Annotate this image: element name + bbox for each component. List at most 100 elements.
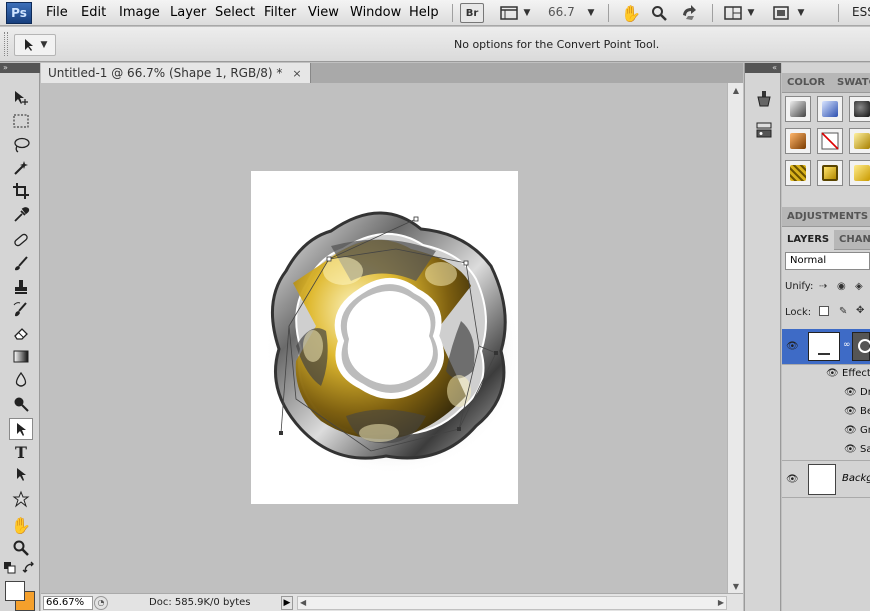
- eye-icon[interactable]: 👁: [844, 406, 857, 417]
- zoom-dropdown-icon[interactable]: ▼: [586, 3, 596, 23]
- arrange-documents-icon[interactable]: [722, 3, 744, 23]
- workspace-switcher[interactable]: ESS: [852, 5, 870, 19]
- menu-layer[interactable]: Layer: [170, 5, 206, 20]
- dodge-tool-icon[interactable]: [9, 393, 33, 415]
- menu-file[interactable]: File: [46, 5, 68, 20]
- effects-row[interactable]: 👁 Effects: [782, 365, 870, 384]
- status-menu-arrow-icon[interactable]: ▶: [281, 596, 293, 610]
- eraser-tool-icon[interactable]: [9, 322, 33, 344]
- clone-stamp-tool-icon[interactable]: [9, 276, 33, 298]
- extras-icon[interactable]: [498, 3, 520, 23]
- menu-view[interactable]: View: [308, 5, 339, 20]
- brush-tool-icon[interactable]: [9, 253, 33, 275]
- dock-collapse-icon[interactable]: «: [745, 63, 781, 73]
- path-selection-tool-icon[interactable]: [9, 464, 33, 486]
- style-swatch[interactable]: [849, 160, 870, 186]
- style-swatch[interactable]: [849, 96, 870, 122]
- menu-image[interactable]: Image: [119, 5, 160, 20]
- effect-row-bevel[interactable]: 👁 Be: [782, 403, 870, 422]
- screen-mode-icon[interactable]: [770, 3, 792, 23]
- actions-panel-icon[interactable]: [753, 119, 775, 141]
- horizontal-scrollbar[interactable]: ◀ ▶: [297, 596, 727, 610]
- extras-dropdown-icon[interactable]: ▼: [522, 3, 532, 23]
- eye-icon[interactable]: 👁: [844, 425, 857, 436]
- scroll-down-icon[interactable]: ▼: [728, 579, 744, 593]
- menu-help[interactable]: Help: [409, 5, 439, 20]
- style-swatch[interactable]: [785, 160, 811, 186]
- zoom-tool-icon[interactable]: [9, 537, 33, 559]
- eye-icon[interactable]: 👁: [844, 387, 857, 398]
- options-bar-grip[interactable]: [4, 32, 8, 56]
- status-zoom-field[interactable]: 66.67%: [43, 596, 93, 610]
- unify-position-icon[interactable]: ⇢: [819, 281, 827, 292]
- menu-edit[interactable]: Edit: [81, 5, 106, 20]
- tools-panel-collapse-icon[interactable]: »: [0, 63, 40, 73]
- hand-tool-icon[interactable]: ✋: [620, 3, 642, 23]
- rotate-view-icon[interactable]: [678, 3, 700, 23]
- eye-icon[interactable]: 👁: [826, 368, 839, 379]
- scroll-left-icon[interactable]: ◀: [300, 598, 306, 607]
- default-colors-icon[interactable]: [3, 561, 17, 575]
- effect-row-satin[interactable]: 👁 Sa: [782, 441, 870, 460]
- unify-visibility-icon[interactable]: ◉: [837, 281, 846, 292]
- hand-tool-icon[interactable]: ✋: [9, 514, 33, 536]
- move-tool-icon[interactable]: [9, 87, 33, 109]
- magic-wand-tool-icon[interactable]: [9, 157, 33, 179]
- foreground-color-swatch[interactable]: [5, 581, 25, 601]
- custom-shape-tool-icon[interactable]: [9, 488, 33, 510]
- screen-mode-dropdown-icon[interactable]: ▼: [796, 3, 806, 23]
- eye-icon[interactable]: 👁: [844, 444, 857, 455]
- style-swatch[interactable]: [785, 128, 811, 154]
- layer-row-shape[interactable]: 👁 ∞: [782, 329, 870, 365]
- menu-filter[interactable]: Filter: [264, 5, 296, 20]
- lasso-tool-icon[interactable]: [9, 134, 33, 156]
- style-swatch[interactable]: [849, 128, 870, 154]
- history-panel-icon[interactable]: [753, 88, 775, 110]
- tab-swatches[interactable]: SWATC: [832, 73, 870, 93]
- tab-color[interactable]: COLOR: [782, 73, 830, 93]
- convert-point-tool-icon[interactable]: [9, 418, 33, 440]
- close-icon[interactable]: ×: [292, 67, 301, 80]
- arrange-dropdown-icon[interactable]: ▼: [746, 3, 756, 23]
- effect-row-gradient[interactable]: 👁 Gr: [782, 422, 870, 441]
- eye-icon[interactable]: 👁: [786, 474, 799, 485]
- gradient-tool-icon[interactable]: [9, 345, 33, 367]
- lock-transparency-icon[interactable]: [819, 306, 829, 316]
- no-style-swatch[interactable]: [817, 128, 843, 154]
- document-canvas[interactable]: [251, 171, 521, 504]
- document-tab[interactable]: Untitled-1 @ 66.7% (Shape 1, RGB/8) * ×: [41, 63, 311, 83]
- style-swatch[interactable]: [785, 96, 811, 122]
- zoom-tool-icon[interactable]: [648, 3, 670, 23]
- blend-mode-select[interactable]: Normal: [785, 252, 870, 270]
- style-swatch[interactable]: [817, 160, 843, 186]
- scroll-up-icon[interactable]: ▲: [728, 83, 744, 97]
- status-info-icon[interactable]: ◔: [94, 596, 108, 610]
- tab-adjustments[interactable]: ADJUSTMENTS: [782, 207, 870, 227]
- blur-tool-icon[interactable]: [9, 369, 33, 391]
- lock-pixels-icon[interactable]: ✎: [839, 306, 847, 317]
- layer-row-background[interactable]: 👁 Backg: [782, 460, 870, 498]
- type-tool-icon[interactable]: T: [9, 441, 33, 463]
- tab-channels[interactable]: CHAN: [834, 230, 870, 250]
- menu-window[interactable]: Window: [350, 5, 401, 20]
- menu-select[interactable]: Select: [215, 5, 255, 20]
- crop-tool-icon[interactable]: [9, 180, 33, 202]
- effect-row-drop-shadow[interactable]: 👁 Dr: [782, 384, 870, 403]
- bridge-button[interactable]: Br: [460, 3, 484, 23]
- eye-icon[interactable]: 👁: [786, 341, 799, 352]
- swap-colors-icon[interactable]: [22, 561, 36, 575]
- scroll-right-icon[interactable]: ▶: [718, 598, 724, 607]
- unify-style-icon[interactable]: ◈: [855, 281, 863, 292]
- marquee-tool-icon[interactable]: [9, 110, 33, 132]
- tab-layers[interactable]: LAYERS: [782, 230, 835, 250]
- document-tab-bar: Untitled-1 @ 66.7% (Shape 1, RGB/8) * ×: [41, 63, 743, 83]
- healing-brush-tool-icon[interactable]: [9, 229, 33, 251]
- vertical-scrollbar[interactable]: ▲ ▼: [727, 83, 743, 593]
- lock-position-icon[interactable]: ✥: [856, 305, 864, 316]
- eyedropper-tool-icon[interactable]: [9, 204, 33, 226]
- tool-preset-picker[interactable]: ▼: [14, 34, 56, 56]
- right-panels: COLOR SWATC ADJUSTMENTS LAYERS CHAN Norm…: [782, 63, 870, 611]
- style-swatch[interactable]: [817, 96, 843, 122]
- history-brush-tool-icon[interactable]: [9, 299, 33, 321]
- canvas-area[interactable]: [41, 83, 727, 593]
